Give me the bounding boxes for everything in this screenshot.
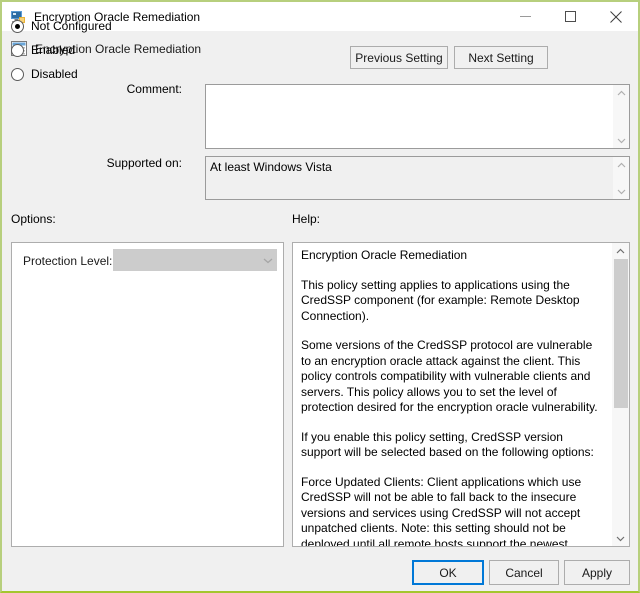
comment-scrollbar[interactable]: [613, 85, 629, 148]
radio-not-configured[interactable]: Not Configured: [11, 19, 112, 33]
help-heading: Encryption Oracle Remediation: [301, 248, 468, 262]
policy-setting-dialog: Encryption Oracle Remediation Encryption…: [0, 0, 640, 593]
supported-on-input[interactable]: At least Windows Vista: [205, 156, 630, 200]
help-paragraph: This policy setting applies to applicati…: [301, 277, 580, 323]
cancel-button[interactable]: Cancel: [489, 560, 559, 585]
ok-button[interactable]: OK: [412, 560, 484, 585]
supported-on-scroll-track[interactable]: [613, 173, 629, 183]
help-text-content: Encryption Oracle Remediation This polic…: [293, 243, 612, 546]
radio-indicator-disabled: [11, 67, 24, 81]
comment-input[interactable]: [205, 84, 630, 149]
close-button[interactable]: [593, 2, 638, 31]
radio-label-enabled: Enabled: [31, 43, 76, 57]
help-scroll-track[interactable]: [613, 259, 629, 530]
radio-label-not-configured: Not Configured: [31, 19, 112, 33]
help-panel: Encryption Oracle Remediation This polic…: [292, 242, 630, 547]
radio-label-disabled: Disabled: [31, 67, 78, 81]
comment-label: Comment:: [126, 82, 182, 96]
help-scroll-thumb[interactable]: [613, 259, 628, 409]
help-scrollbar[interactable]: [612, 243, 629, 546]
chevron-up-icon[interactable]: [613, 157, 629, 173]
chevron-up-icon[interactable]: [612, 243, 629, 259]
apply-button[interactable]: Apply: [564, 560, 630, 585]
supported-on-label: Supported on:: [106, 156, 182, 170]
protection-level-dropdown[interactable]: [113, 249, 277, 271]
radio-enabled[interactable]: Enabled: [11, 43, 75, 57]
chevron-up-icon[interactable]: [613, 85, 629, 101]
chevron-down-icon[interactable]: [612, 530, 629, 546]
options-section-label: Options:: [11, 212, 56, 226]
maximize-button[interactable]: [548, 2, 593, 31]
help-paragraph: Force Updated Clients: Client applicatio…: [301, 474, 582, 547]
chevron-down-icon[interactable]: [613, 183, 629, 199]
help-paragraph: If you enable this policy setting, CredS…: [301, 429, 594, 460]
minimize-button[interactable]: [503, 2, 548, 31]
supported-on-scrollbar[interactable]: [613, 157, 629, 199]
chevron-down-icon[interactable]: [613, 132, 629, 148]
next-setting-button[interactable]: Next Setting: [454, 46, 548, 69]
comment-scroll-track[interactable]: [613, 101, 629, 132]
protection-level-label: Protection Level:: [23, 254, 113, 268]
radio-indicator-not-configured: [11, 19, 24, 33]
radio-indicator-enabled: [11, 43, 24, 57]
help-section-label: Help:: [292, 212, 321, 226]
options-panel: Protection Level:: [11, 242, 284, 547]
supported-on-value: At least Windows Vista: [210, 160, 332, 174]
chevron-down-icon: [259, 250, 276, 270]
help-paragraph: Some versions of the CredSSP protocol ar…: [301, 338, 598, 414]
previous-setting-button[interactable]: Previous Setting: [350, 46, 448, 69]
window-controls: [503, 2, 638, 31]
radio-disabled[interactable]: Disabled: [11, 67, 78, 81]
